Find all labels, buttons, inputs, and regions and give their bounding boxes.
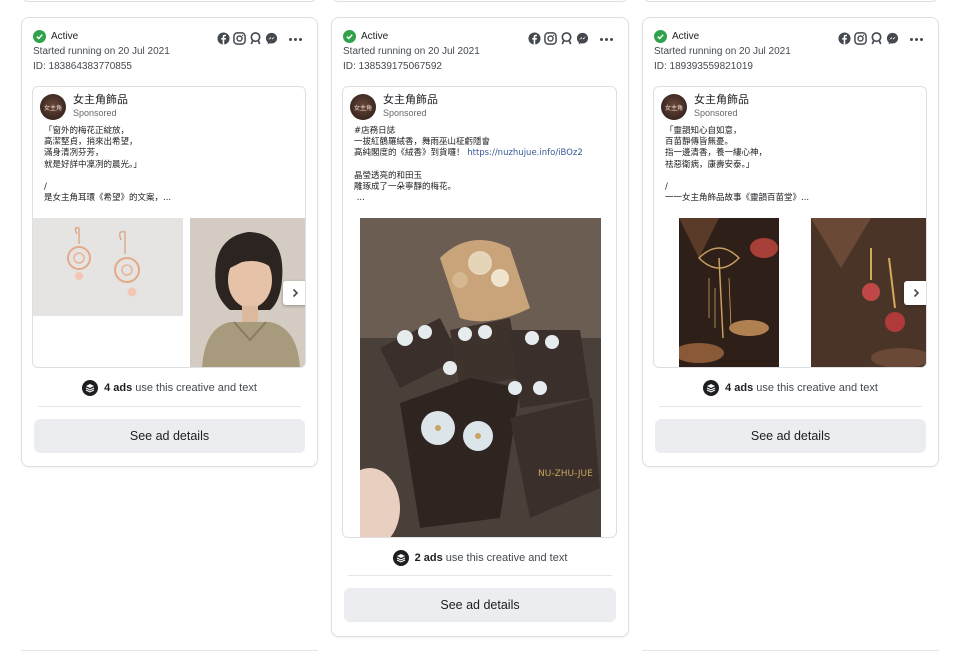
advertiser-name[interactable]: 女主角飾品 — [383, 94, 438, 107]
chevron-right-icon — [292, 288, 299, 298]
lotus-hairpin-product-image — [679, 218, 779, 367]
ads-count-suffix: use this creative and text — [135, 382, 257, 394]
start-date: Started running on 20 Jul 2021 — [654, 46, 791, 57]
start-date: Started running on 20 Jul 2021 — [33, 46, 170, 57]
ad-body-text: #店務日誌 一拔紅鶴羅絨香，舞雨巫山柾虧隱會 高純閣度的《絨香》到貨囉！ htt… — [354, 126, 583, 204]
ad-meta: Active Started running on 20 Jul 2021 ID… — [343, 28, 617, 80]
ad-body-text: 「窗外的梅花正綻放， 高潔堅貞，捎來出希望， 滿身清冽芬芳， 就是好詳中凜冽的晨… — [44, 126, 172, 204]
status-label: Active — [672, 30, 700, 42]
ad-card: Active Started running on 20 Jul 2021 ID… — [642, 17, 939, 467]
ad-body-text: 「靈韻知心自如意， 百苗靜傳皆無憂。 指一邊清香，養一縷心神， 祛惡衛病，康壽安… — [665, 126, 810, 204]
ad-card: Active Started running on 20 Jul 2021 ID… — [21, 17, 318, 467]
creative-usage: 4 ads use this creative and text — [643, 380, 938, 396]
ads-count-suffix: use this creative and text — [445, 552, 568, 564]
ads-count: 4 ads — [104, 382, 133, 394]
messenger-icon — [265, 32, 278, 45]
divider — [348, 575, 612, 576]
check-icon — [33, 29, 46, 43]
ad-id: ID: 189393559821019 — [654, 61, 753, 72]
previous-card-edge — [21, 0, 318, 2]
platform-icons — [838, 32, 899, 45]
platform-icons — [528, 32, 589, 45]
ad-id: ID: 183864383770855 — [33, 61, 132, 72]
see-ad-details-button[interactable]: See ad details — [344, 588, 616, 622]
ad-preview: 女主角 女主角飾品 Sponsored 「靈韻知心自如意， 百苗靜傳皆無憂。 指… — [653, 86, 927, 368]
next-card-edge — [642, 650, 939, 654]
ads-count-suffix: use this creative and text — [756, 382, 878, 394]
audience-network-icon — [250, 32, 261, 45]
facebook-icon — [528, 32, 541, 45]
ad-preview: 女主角 女主角飾品 Sponsored 「窗外的梅花正綻放， 高潔堅貞，捎來出希… — [32, 86, 306, 368]
instagram-icon — [544, 32, 557, 45]
next-card-edge — [21, 650, 318, 654]
audience-network-icon — [561, 32, 572, 45]
stack-icon — [703, 380, 720, 396]
previous-card-edge — [642, 0, 939, 2]
carousel-next-button[interactable] — [904, 281, 926, 305]
chevron-right-icon — [913, 288, 920, 298]
creative-usage: 4 ads use this creative and text — [22, 380, 317, 396]
facebook-icon — [217, 32, 230, 45]
sponsored-label: Sponsored — [694, 108, 738, 118]
previous-card-edge — [331, 0, 629, 2]
advertiser-avatar: 女主角 — [661, 94, 687, 120]
ad-meta: Active Started running on 20 Jul 2021 ID… — [654, 28, 927, 80]
more-options-icon[interactable] — [905, 32, 927, 46]
ads-count: 2 ads — [414, 552, 443, 564]
status-label: Active — [51, 30, 79, 42]
more-options-icon[interactable] — [284, 32, 306, 46]
see-ad-details-button[interactable]: See ad details — [34, 419, 305, 453]
ad-id: ID: 138539175067592 — [343, 61, 442, 72]
check-icon — [654, 29, 667, 43]
carousel-next-button[interactable] — [283, 281, 305, 305]
earring-product-image — [33, 218, 183, 316]
stack-icon — [82, 380, 99, 396]
instagram-icon — [233, 32, 246, 45]
messenger-icon — [886, 32, 899, 45]
carousel-image[interactable] — [679, 218, 779, 367]
ad-preview: 女主角 女主角飾品 Sponsored #店務日誌 一拔紅鶴羅絨香，舞雨巫山柾虧… — [342, 86, 617, 538]
sponsored-label: Sponsored — [383, 108, 427, 118]
plum-earrings-product-image: NU-ZHU-JUE — [360, 218, 601, 537]
creative-usage: 2 ads use this creative and text — [332, 550, 628, 566]
divider — [659, 406, 922, 407]
svg-text:NU-ZHU-JUE: NU-ZHU-JUE — [538, 469, 593, 479]
see-ad-details-button[interactable]: See ad details — [655, 419, 926, 453]
advertiser-name[interactable]: 女主角飾品 — [73, 94, 128, 107]
ad-link[interactable]: https://nuzhujue.info/iBOz2 — [467, 148, 583, 158]
instagram-icon — [854, 32, 867, 45]
ad-image[interactable]: NU-ZHU-JUE — [360, 218, 601, 537]
advertiser-name[interactable]: 女主角飾品 — [694, 94, 749, 107]
advertiser-avatar: 女主角 — [350, 94, 376, 120]
status-label: Active — [361, 30, 389, 42]
platform-icons — [217, 32, 278, 45]
ad-card: Active Started running on 20 Jul 2021 ID… — [331, 17, 629, 637]
carousel-image[interactable] — [33, 218, 183, 316]
more-options-icon[interactable] — [595, 32, 617, 46]
facebook-icon — [838, 32, 851, 45]
advertiser-avatar: 女主角 — [40, 94, 66, 120]
audience-network-icon — [871, 32, 882, 45]
sponsored-label: Sponsored — [73, 108, 117, 118]
ads-count: 4 ads — [725, 382, 754, 394]
check-icon — [343, 29, 356, 43]
stack-icon — [392, 550, 409, 566]
messenger-icon — [576, 32, 589, 45]
ad-meta: Active Started running on 20 Jul 2021 ID… — [33, 28, 306, 80]
start-date: Started running on 20 Jul 2021 — [343, 46, 480, 57]
divider — [38, 406, 301, 407]
